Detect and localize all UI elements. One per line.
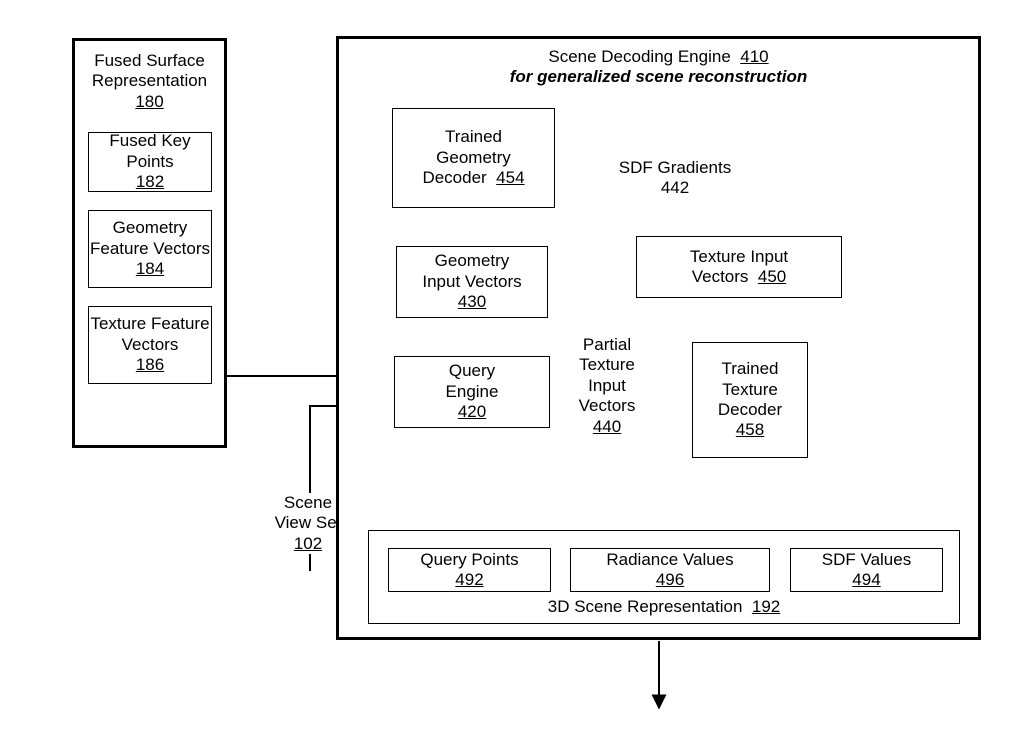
ttd-l3: Decoder [718,400,782,420]
texture-feature-vectors-label: Texture Feature Vectors [89,314,211,355]
query-points-box: Query Points 492 [388,548,551,592]
engine-subtitle: for generalized scene reconstruction [510,67,808,86]
geometry-feature-vectors-label: Geometry Feature Vectors [89,218,211,259]
trained-texture-decoder-box: Trained Texture Decoder 458 [692,342,808,458]
texture-feature-vectors-box: Texture Feature Vectors 186 [88,306,212,384]
tgd-l1: Trained [445,127,502,147]
ptiv-ref: 440 [593,417,621,436]
fused-key-points-label: Fused Key Points [89,131,211,172]
ptiv-l1: Partial [583,335,631,354]
tgd-ref: 454 [496,168,524,187]
tgd-l3: Decoder [422,168,486,187]
rv-ref: 496 [656,570,684,589]
partial-texture-input-vectors-label: Partial Texture Input Vectors 440 [562,335,652,437]
ttd-ref: 458 [736,420,764,440]
geometry-feature-vectors-ref: 184 [136,259,164,279]
tiv-ref: 450 [758,267,786,286]
ptiv-l3: Input [588,376,626,395]
sdfg-ref: 442 [661,178,689,197]
giv-l1: Geometry [435,251,510,271]
scene-view-ref: 102 [294,534,322,553]
scene-view-line2: View Set [275,513,342,532]
scene-rep-title-row: 3D Scene Representation 192 [548,597,781,617]
qe-l2: Engine [446,382,499,402]
panel-title: Fused Surface Representation 180 [75,51,224,112]
qp-label: Query Points [420,550,518,569]
geometry-input-vectors-box: Geometry Input Vectors 430 [396,246,548,318]
tiv-l2: Vectors [692,267,749,286]
trained-geometry-decoder-box: Trained Geometry Decoder 454 [392,108,555,208]
rv-label: Radiance Values [606,550,733,569]
tgd-l3row: Decoder 454 [422,168,524,188]
rv-row: Radiance Values 496 [606,550,733,591]
sdfg-l1: SDF Gradients [619,158,731,177]
ttd-l2: Texture [722,380,778,400]
qe-ref: 420 [458,402,486,422]
tiv-l1: Texture Input [690,247,788,267]
geometry-feature-vectors-box: Geometry Feature Vectors 184 [88,210,212,288]
ptiv-l2: Texture [579,355,635,374]
ptiv-l4: Vectors [579,396,636,415]
engine-title-block: Scene Decoding Engine 410 for generalize… [510,47,808,88]
scene-rep-title: 3D Scene Representation [548,597,743,616]
sdf-values-box: SDF Values 494 [790,548,943,592]
qp-ref: 492 [455,570,483,589]
scene-rep-ref: 192 [752,597,780,616]
texture-input-vectors-box: Texture Input Vectors 450 [636,236,842,298]
qp-row: Query Points 492 [420,550,518,591]
query-engine-box: Query Engine 420 [394,356,550,428]
tgd-l2: Geometry [436,148,511,168]
radiance-values-box: Radiance Values 496 [570,548,770,592]
scene-view-line1: Scene [284,493,332,512]
sv-ref: 494 [852,570,880,589]
sdf-gradients-label: SDF Gradients 442 [590,158,760,199]
engine-title-ref: 410 [740,47,768,66]
giv-ref: 430 [458,292,486,312]
engine-title: Scene Decoding Engine [548,47,730,66]
sv-row: SDF Values 494 [822,550,911,591]
fused-key-points-ref: 182 [136,172,164,192]
fused-key-points-box: Fused Key Points 182 [88,132,212,192]
texture-feature-vectors-ref: 186 [136,355,164,375]
sv-label: SDF Values [822,550,911,569]
fused-surface-ref: 180 [135,92,163,111]
qe-l1: Query [449,361,495,381]
fused-surface-title: Fused Surface Representation [92,51,207,90]
ttd-l1: Trained [721,359,778,379]
tiv-row: Vectors 450 [692,267,787,287]
giv-l2: Input Vectors [422,272,521,292]
